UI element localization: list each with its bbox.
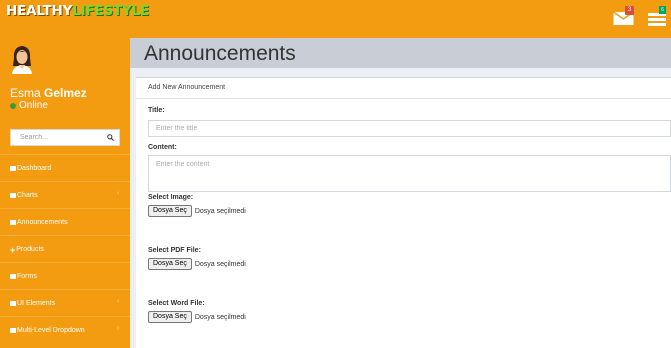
tasks-count-badge: 6 <box>659 6 666 14</box>
choose-word-button[interactable]: Dosya Seç <box>148 311 192 323</box>
megaphone-icon <box>10 220 16 225</box>
sidebar-item-label: Multi-Level Dropdown <box>17 327 85 334</box>
word-label: Select Word File: <box>148 300 205 307</box>
title-label: Title: <box>148 107 165 114</box>
word-file-input: Dosya Seç Dosya seçilmedi <box>148 311 246 323</box>
sitemap-icon <box>10 328 16 333</box>
box-header: Add New Announcement <box>136 78 671 99</box>
sidebar-item-ui-elements[interactable]: UI Elements ‹ <box>0 289 130 317</box>
sidebar-item-announcements[interactable]: Announcements <box>0 208 130 236</box>
mail-count-badge: 3 <box>625 6 634 15</box>
image-file-status: Dosya seçilmedi <box>194 207 246 215</box>
envelope-icon[interactable]: 3 <box>613 6 636 26</box>
logo-text-lifestyle: LIFESTYLE <box>72 3 150 19</box>
chevron-left-icon: ‹ <box>117 298 120 305</box>
chevron-left-icon: ‹ <box>117 325 120 332</box>
sidebar-search <box>10 129 120 146</box>
logo-text-healthy: HEALTHY <box>6 3 73 19</box>
image-label: Select Image: <box>148 194 194 201</box>
user-status: Online <box>10 100 48 111</box>
edit-icon <box>10 274 16 279</box>
avatar <box>10 44 34 74</box>
choose-image-button[interactable]: Dosya Seç <box>148 205 192 217</box>
page-title: Announcements <box>144 42 296 65</box>
sidebar-item-charts[interactable]: Charts ‹ <box>0 181 130 209</box>
brand-logo[interactable]: HEALTHYLIFESTYLE <box>6 3 150 19</box>
chart-icon <box>10 193 16 198</box>
sidebar-item-label: Dashboard <box>17 165 52 172</box>
pdf-file-status: Dosya seçilmedi <box>194 260 246 268</box>
pdf-label: Select PDF File: <box>148 247 201 254</box>
sidebar-item-products[interactable]: + Products <box>0 235 130 263</box>
search-icon <box>107 134 114 141</box>
plus-icon: + <box>10 244 16 255</box>
wrench-icon <box>10 301 16 306</box>
sidebar-item-forms[interactable]: Forms <box>0 262 130 290</box>
tasks-icon[interactable]: 6 <box>648 6 666 26</box>
sidebar: Esma Gelmez Online Dashboard Charts ‹ An… <box>0 38 130 348</box>
top-navbar: HEALTHYLIFESTYLE 3 6 <box>0 0 671 38</box>
content-label: Content: <box>148 144 177 151</box>
status-text: Online <box>19 100 48 111</box>
content-textarea[interactable] <box>148 155 671 192</box>
sidebar-item-label: Forms <box>17 273 37 280</box>
choose-pdf-button[interactable]: Dosya Seç <box>148 258 192 270</box>
search-button[interactable] <box>102 130 119 145</box>
user-first-name: Esma <box>10 86 41 100</box>
user-name: Esma Gelmez <box>10 86 87 100</box>
chevron-left-icon: ‹ <box>117 190 120 197</box>
sidebar-item-dashboard[interactable]: Dashboard <box>0 154 130 182</box>
pdf-file-input: Dosya Seç Dosya seçilmedi <box>148 258 246 270</box>
image-file-input: Dosya Seç Dosya seçilmedi <box>148 205 246 217</box>
sidebar-item-label: UI Elements <box>17 300 56 307</box>
user-last-name: Gelmez <box>44 86 87 100</box>
dashboard-icon <box>10 166 16 171</box>
sidebar-item-multi-level-dropdown[interactable]: Multi-Level Dropdown ‹ <box>0 316 130 344</box>
title-input[interactable] <box>148 120 671 137</box>
word-file-status: Dosya seçilmedi <box>194 313 246 321</box>
sidebar-item-label: Charts <box>17 192 38 199</box>
search-input[interactable] <box>11 130 103 145</box>
sidebar-item-label: Announcements <box>17 219 68 226</box>
online-dot-icon <box>10 102 16 109</box>
announcement-form-box: Add New Announcement Title: Content: Sel… <box>136 77 671 348</box>
sidebar-item-label: Products <box>16 246 44 253</box>
box-title: Add New Announcement <box>148 84 226 91</box>
